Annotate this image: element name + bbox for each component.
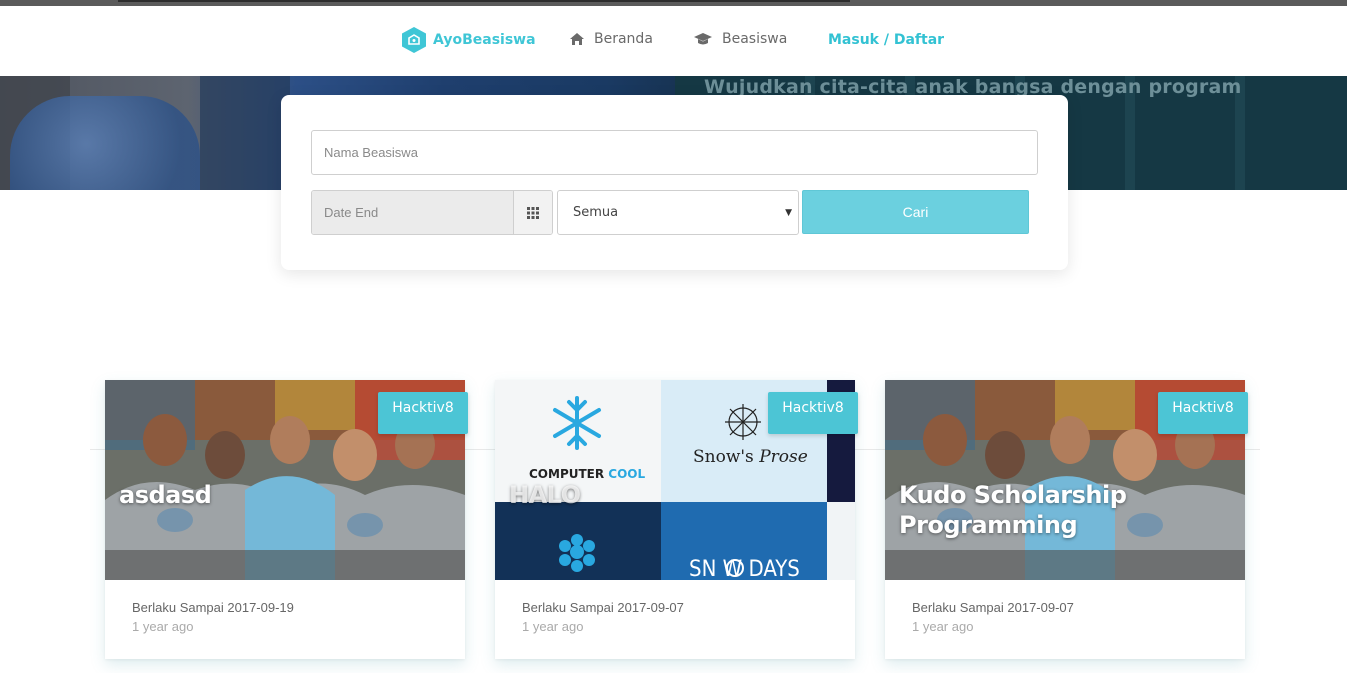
login-register-link[interactable]: Masuk / Daftar	[828, 32, 944, 48]
card-title: HALO	[509, 481, 581, 509]
scholarship-name-input[interactable]	[311, 130, 1038, 175]
svg-text:Snow's Prose: Snow's Prose	[693, 447, 808, 467]
calendar-button[interactable]	[513, 191, 552, 234]
image-text-snow-days: SN W DAYS	[689, 557, 800, 580]
card-title: Kudo Scholarship Programming	[899, 481, 1127, 539]
card-body: Berlaku Sampai 2017-09-07 1 year ago	[495, 580, 855, 659]
category-select[interactable]: Semua ▼	[557, 190, 799, 235]
image-text-snows: Snow's	[693, 447, 759, 467]
category-select-value: Semua	[573, 205, 619, 220]
scholarship-card[interactable]: Kudo Scholarship Programming Hacktiv8 Be…	[885, 380, 1248, 659]
search-button[interactable]: Cari	[802, 190, 1029, 234]
card-posted-time: 1 year ago	[912, 619, 974, 634]
card-title: asdasd	[119, 481, 212, 509]
card-deadline: Berlaku Sampai 2017-09-07	[522, 600, 684, 615]
provider-badge: Hacktiv8	[1158, 392, 1248, 434]
browser-tab-bar	[118, 0, 850, 2]
card-deadline: Berlaku Sampai 2017-09-07	[912, 600, 1074, 615]
home-icon	[570, 33, 584, 45]
calendar-grid-icon	[527, 206, 539, 219]
scholarship-card[interactable]: asdasd Hacktiv8 Berlaku Sampai 2017-09-1…	[105, 380, 468, 659]
card-body: Berlaku Sampai 2017-09-19 1 year ago	[105, 580, 465, 659]
date-end-input[interactable]	[312, 191, 513, 234]
provider-badge: Hacktiv8	[378, 392, 468, 434]
card-posted-time: 1 year ago	[132, 619, 194, 634]
card-posted-time: 1 year ago	[522, 619, 584, 634]
nav-item-label: Beranda	[594, 31, 653, 47]
search-card: Semua ▼ Cari	[281, 95, 1068, 270]
date-end-group	[311, 190, 553, 235]
card-deadline: Berlaku Sampai 2017-09-19	[132, 600, 294, 615]
chevron-down-icon: ▼	[785, 208, 792, 218]
card-body: Berlaku Sampai 2017-09-07 1 year ago	[885, 580, 1245, 659]
nav-item-beranda[interactable]: Beranda	[569, 31, 653, 47]
hero-photo-shape	[200, 76, 290, 190]
hero-photo-shape	[10, 96, 200, 190]
graduation-cap-icon	[694, 33, 712, 45]
svg-text:COMPUTER COOL: COMPUTER COOL	[529, 467, 646, 481]
image-text-computer: COMPUTER	[529, 467, 608, 481]
scholarship-card[interactable]: COMPUTER COOL Snow's Prose SN W DAYS HAL…	[495, 380, 858, 659]
logo-icon	[402, 27, 426, 53]
nav-item-beasiswa[interactable]: Beasiswa	[693, 31, 787, 47]
brand-name: AyoBeasiswa	[433, 32, 536, 48]
image-text-prose: Prose	[758, 447, 808, 467]
image-text-cool: COOL	[608, 467, 645, 481]
nav-item-label: Beasiswa	[722, 31, 788, 47]
provider-badge: Hacktiv8	[768, 392, 858, 434]
brand[interactable]: AyoBeasiswa	[401, 26, 536, 54]
navbar: AyoBeasiswa Beranda Beasiswa Masuk / Daf…	[0, 6, 1347, 76]
